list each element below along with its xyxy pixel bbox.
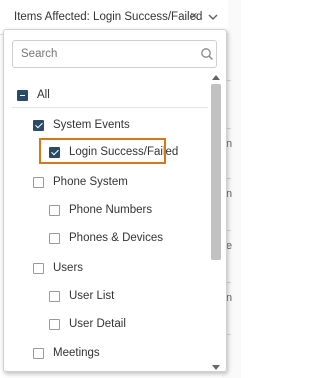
checkbox-user-detail[interactable] xyxy=(49,318,60,330)
checkbox-phone-system[interactable] xyxy=(33,176,44,188)
tree-item-meetings[interactable]: Meetings xyxy=(33,344,100,362)
checkbox-meetings[interactable] xyxy=(33,347,44,359)
tree-item-label: Phones & Devices xyxy=(69,232,163,244)
search-box[interactable] xyxy=(12,40,217,68)
search-input[interactable] xyxy=(21,46,191,62)
tree-item-label: Users xyxy=(53,262,84,274)
tree-item-all[interactable]: All xyxy=(17,86,50,104)
tree-item-label: Meetings xyxy=(53,347,100,359)
chevron-down-icon[interactable] xyxy=(207,11,219,23)
tree-list: All System Events Login Success/Failed P… xyxy=(4,74,210,372)
checkbox-user-list[interactable] xyxy=(49,290,60,302)
tree-item-phone-numbers[interactable]: Phone Numbers xyxy=(49,201,152,219)
tree-item-label: System Events xyxy=(53,119,130,131)
search-icon xyxy=(201,48,213,60)
checkbox-users[interactable] xyxy=(33,262,44,274)
tree-item-label: User List xyxy=(69,290,115,302)
tree-item-phones-devices[interactable]: Phones & Devices xyxy=(49,229,163,247)
tree-item-label: Phone System xyxy=(53,176,128,188)
checkbox-all[interactable] xyxy=(17,89,28,101)
checkbox-phone-numbers[interactable] xyxy=(49,204,60,216)
tree-item-user-detail[interactable]: User Detail xyxy=(49,315,126,333)
scroll-down-arrow-icon[interactable] xyxy=(212,365,220,371)
scroll-up-arrow-icon[interactable] xyxy=(212,74,220,80)
checkbox-phones-devices[interactable] xyxy=(49,232,60,244)
tree-item-phone-system[interactable]: Phone System xyxy=(33,173,128,191)
scroll-thumb[interactable] xyxy=(211,84,221,260)
tree-item-label: User Detail xyxy=(69,318,126,330)
tree-item-system-events[interactable]: System Events xyxy=(33,116,130,134)
highlight-box xyxy=(39,138,166,164)
tree-item-label: All xyxy=(37,89,50,101)
checkbox-system-events[interactable] xyxy=(33,119,44,131)
tree-item-users[interactable]: Users xyxy=(33,259,83,277)
scrollbar[interactable] xyxy=(210,74,222,372)
tree-item-user-list[interactable]: User List xyxy=(49,287,114,305)
filter-dropdown-panel: All System Events Login Success/Failed P… xyxy=(3,29,227,372)
divider xyxy=(12,107,208,108)
filter-label: Items Affected: Login Success/Failed xyxy=(14,11,203,23)
tree-item-label: Phone Numbers xyxy=(69,204,153,216)
close-icon[interactable]: × xyxy=(190,9,198,23)
